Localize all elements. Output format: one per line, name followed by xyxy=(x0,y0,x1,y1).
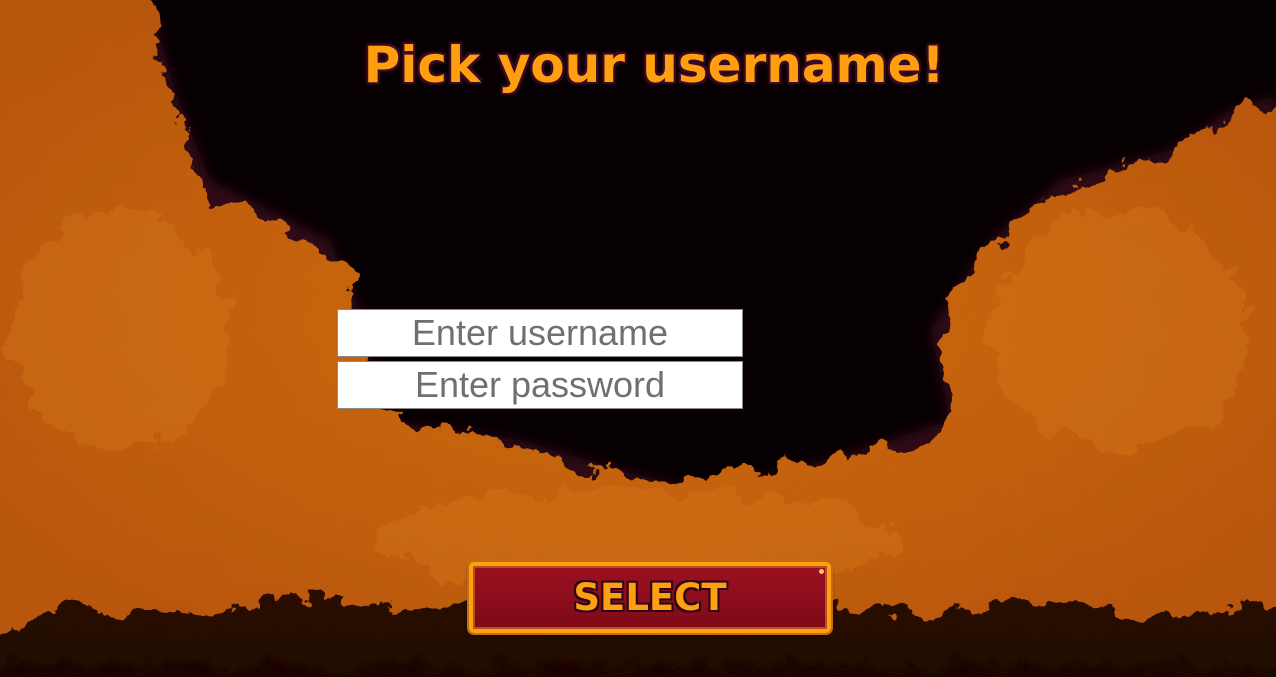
select-button-label: SELECT xyxy=(573,576,727,619)
select-button[interactable]: SELECT xyxy=(469,562,831,633)
button-corner-highlight xyxy=(819,569,824,574)
game-screen: Pick your username! SELECT xyxy=(0,0,1276,677)
username-input[interactable] xyxy=(337,309,743,357)
password-input[interactable] xyxy=(337,361,743,409)
